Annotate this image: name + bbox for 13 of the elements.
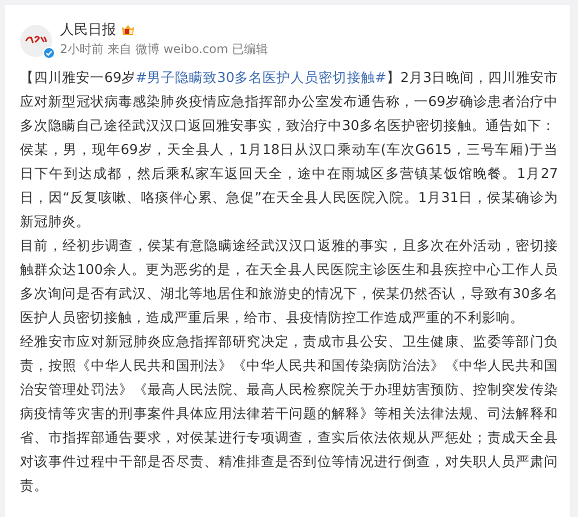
- from-label: 来自: [108, 41, 132, 58]
- post-source[interactable]: 微博 weibo.com: [136, 41, 228, 58]
- avatar-logo-icon[interactable]: [20, 25, 52, 57]
- hashtag-link[interactable]: #男子隐瞒致30多名医护人员密切接触#: [136, 70, 386, 86]
- author-name[interactable]: 人民日报: [60, 21, 116, 39]
- post-paragraph: 【四川雅安一69岁#男子隐瞒致30多名医护人员密切接触#】2月3日晚间，四川雅安市应对新型冠状病毒感染肺炎疫情应急指挥部办公室发布通告称，一69岁确诊患者治疗中多次隐瞒自己途径武汉汉口返回雅安事实，致治疗中30多名医护密切接触。通告如下：: [20, 69, 558, 136]
- crown-badge-icon: [121, 23, 135, 37]
- post-paragraph: 经雅安市应对新冠肺炎应急指挥部研究决定，责成市县公安、卫生健康、监委等部门负责，按照《中华人民共和国刑法》《中华人民共和国传染病防治法》《中华人民共和国治安管理处罚法》《最高人民法院、最高人民检察院关于办理妨害预防、控制突发传染病疫情等灾害的刑事案件具体应用法律若干问题的解释》等相关法律法规、司法解释和省、市指挥部通告要求，对侯某进行专项调查，查实后依法依规从严惩处；责成天全县对该事件过程中干部是否尽责、精准排查是否到位等情况进行倒查，对失职人员严肃问责。: [20, 333, 558, 496]
- post-paragraph: 侯某，男，现年69岁，天全县人，1月18日从汉口乘动车(车次G615，三号车厢)于当日下午到达成都，然后乘私家车返回天全，途中在雨城区多营镇某饭馆晚餐。1月27日，因“反复咳嗽、咯痰伴心累、急促”在天全县人民医院入院。1月31日，侯某确诊为新冠肺炎。: [20, 141, 558, 232]
- verified-icon: [43, 47, 55, 59]
- post-time[interactable]: 2小时前: [60, 41, 104, 58]
- edited-label: 已编辑: [232, 41, 268, 58]
- post-paragraph: 目前，经初步调查，侯某有意隐瞒途经武汉汉口返雅的事实，且多次在外活动，密切接触群众达100余人。更为恶劣的是，在天全县人民医院主诊医生和县疾控中心工作人员多次询问是否有武汉、湖北等地居住和旅游史的情况下，侯某仍然否认，导致有30多名医护人员密切接触，造成严重后果，给市、县疫情防控工作造成严重的不利影响。: [20, 237, 558, 328]
